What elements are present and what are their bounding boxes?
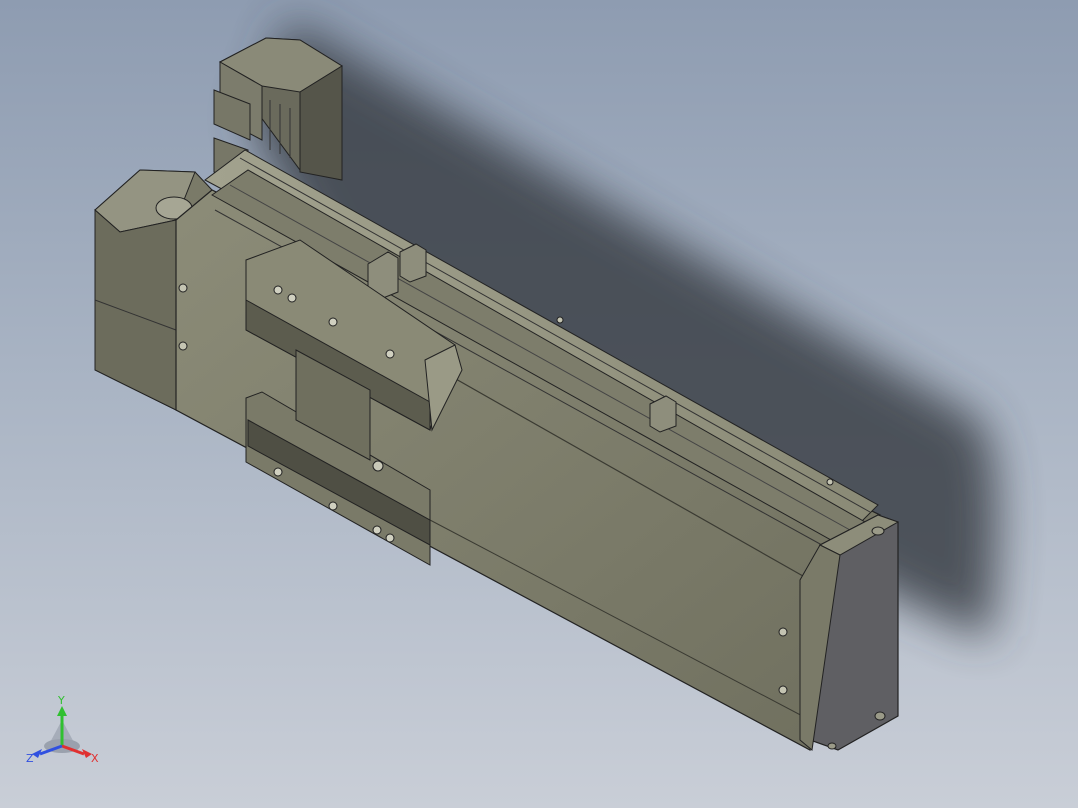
- x-axis-label: X: [91, 752, 99, 765]
- y-axis-label: Y: [57, 694, 65, 707]
- axis-triad[interactable]: Y X Z: [22, 690, 112, 770]
- cad-viewport[interactable]: [0, 0, 1078, 808]
- y-axis-arrow-icon: [57, 706, 67, 716]
- z-axis-label: Z: [26, 752, 34, 765]
